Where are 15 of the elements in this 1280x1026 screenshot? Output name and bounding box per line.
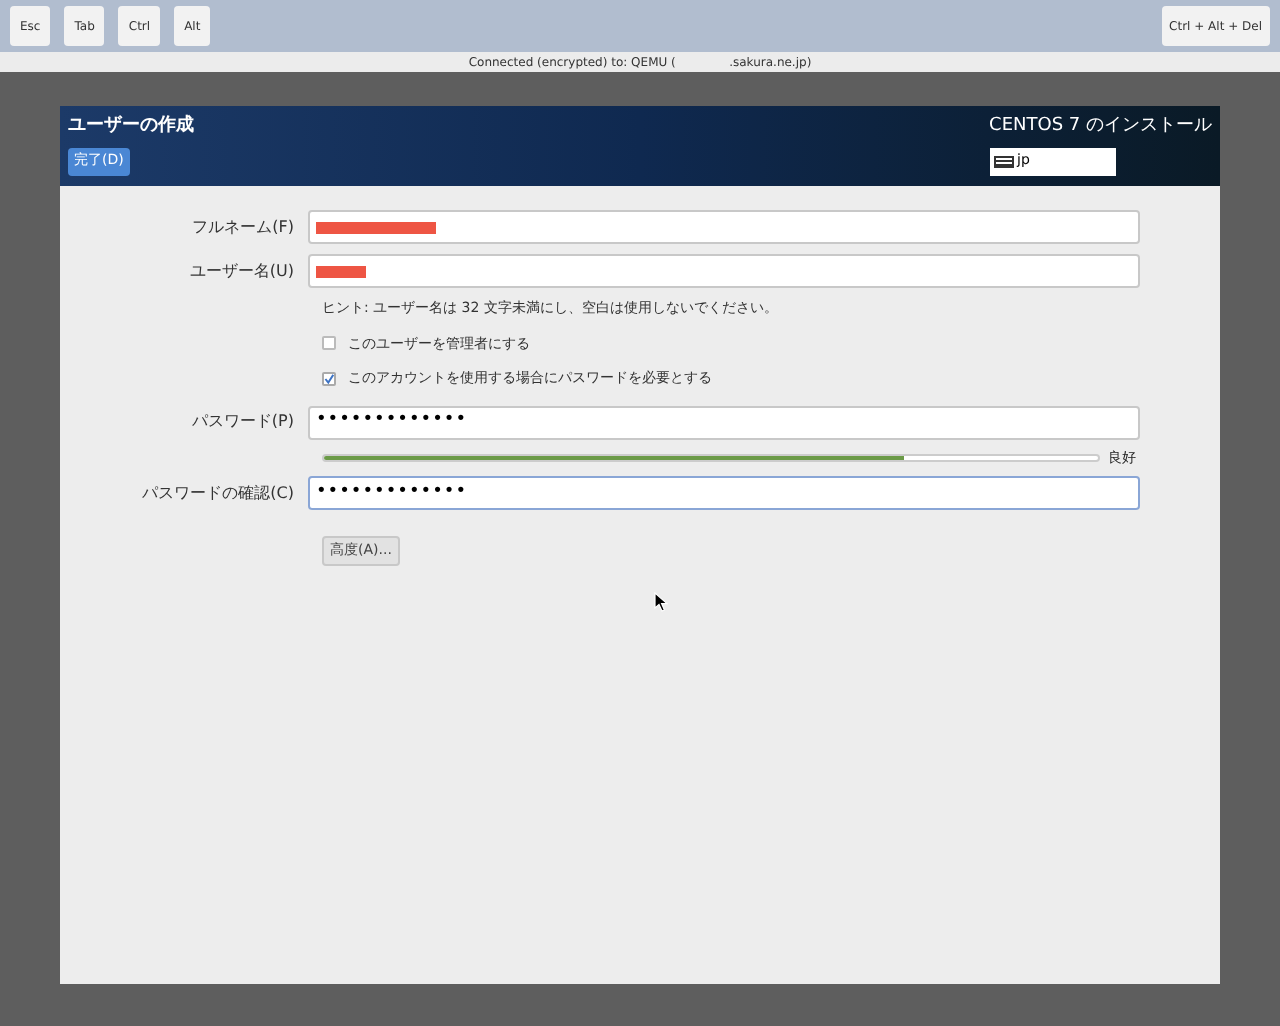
field-label: フルネーム(F): [190, 215, 296, 239]
password-field[interactable]: •••••••••••••: [308, 405, 1140, 439]
checkbox[interactable]: [322, 371, 336, 386]
mouse-pointer-icon: [654, 592, 668, 612]
keyboard-icon: [993, 155, 1014, 167]
product-title: CENTOS 7 のインストール: [989, 114, 1212, 140]
field-label: パスワード(P): [189, 410, 296, 434]
field-label: パスワードの確認(C): [140, 481, 296, 505]
checkmark-icon: [324, 371, 334, 386]
window-title: ユーザーの作成: [68, 114, 194, 140]
confirm-password-field[interactable]: •••••••••••••: [308, 476, 1140, 510]
field-label: ユーザー名(U): [187, 259, 296, 283]
username-field[interactable]: [308, 254, 1140, 288]
checkbox[interactable]: [322, 336, 336, 351]
fullname-field[interactable]: [308, 210, 1140, 244]
